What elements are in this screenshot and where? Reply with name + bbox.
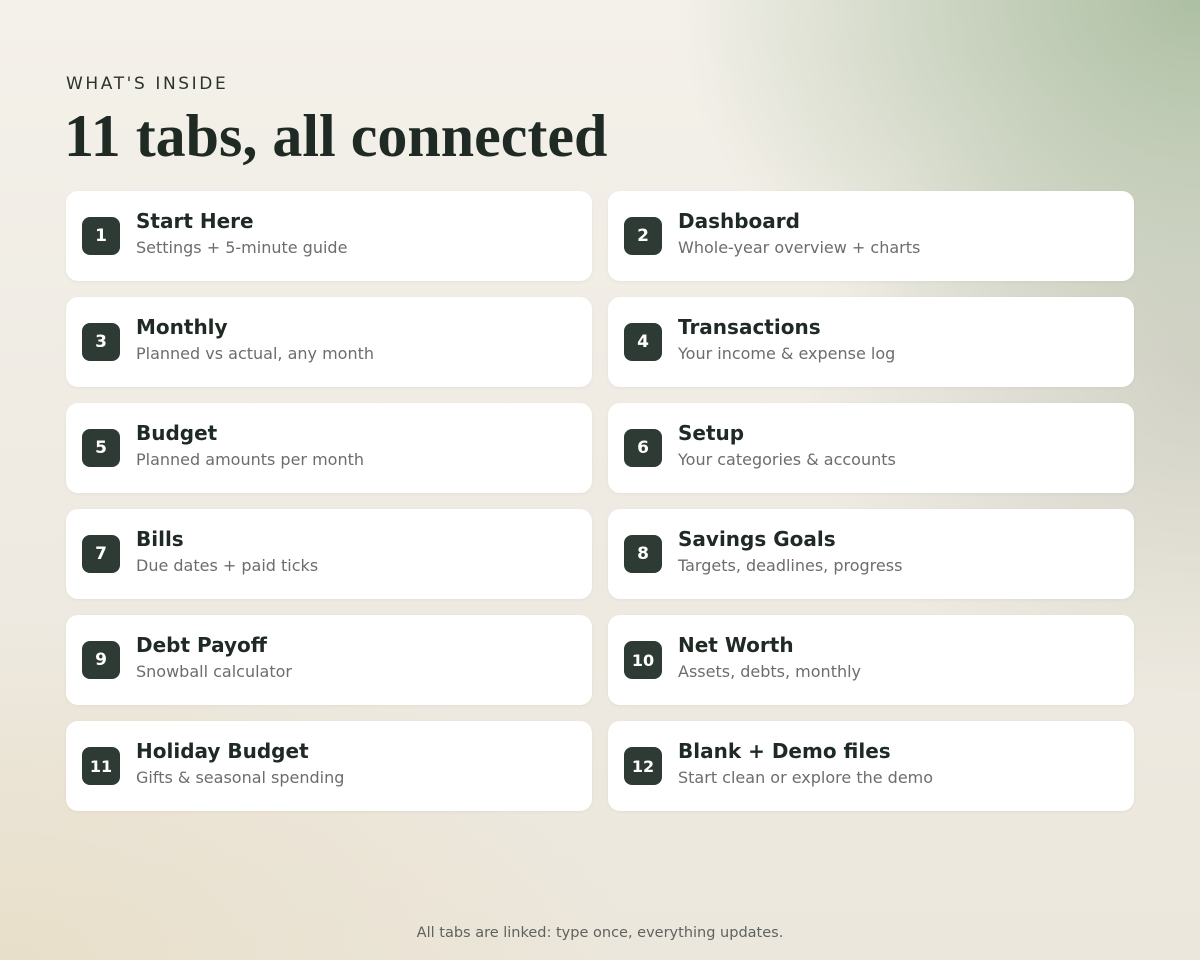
tab-number-badge: 1 — [82, 217, 120, 255]
tab-title: Budget — [136, 421, 218, 445]
tab-title: Transactions — [678, 315, 821, 339]
tab-description: Start clean or explore the demo — [678, 768, 934, 787]
tab-card-dashboard: 2 Dashboard Whole-year overview + charts — [608, 191, 1134, 281]
tab-title: Holiday Budget — [136, 739, 309, 763]
tab-number-badge: 4 — [624, 323, 662, 361]
tab-description: Assets, debts, monthly — [678, 662, 862, 681]
tab-card-bills: 7 Bills Due dates + paid ticks — [66, 509, 592, 599]
tab-number-badge: 12 — [624, 747, 662, 785]
footer-note: All tabs are linked: type once, everythi… — [416, 925, 784, 941]
tab-number-badge: 3 — [82, 323, 120, 361]
tab-title: Setup — [678, 421, 745, 445]
tab-number-badge: 9 — [82, 641, 120, 679]
tab-title: Blank + Demo files — [678, 739, 891, 763]
tabs-grid: 1 Start Here Settings + 5-minute guide 2… — [66, 191, 1134, 811]
tab-title: Start Here — [136, 209, 254, 233]
tab-title: Net Worth — [678, 633, 794, 657]
tab-number-badge: 11 — [82, 747, 120, 785]
tab-number-badge: 8 — [624, 535, 662, 573]
tab-description: Planned amounts per month — [136, 450, 365, 469]
tab-title: Dashboard — [678, 209, 800, 233]
tab-description: Planned vs actual, any month — [136, 344, 375, 363]
tab-title: Bills — [136, 527, 184, 551]
tab-description: Targets, deadlines, progress — [678, 556, 903, 575]
tab-number-badge: 2 — [624, 217, 662, 255]
tab-description: Settings + 5-minute guide — [136, 238, 348, 257]
tab-card-debt-payoff: 9 Debt Payoff Snowball calculator — [66, 615, 592, 705]
section-eyebrow: WHAT'S INSIDE — [66, 74, 229, 94]
tab-description: Gifts & seasonal spending — [136, 768, 345, 787]
tab-title: Monthly — [136, 315, 228, 339]
tab-number-badge: 5 — [82, 429, 120, 467]
tab-card-net-worth: 10 Net Worth Assets, debts, monthly — [608, 615, 1134, 705]
tab-description: Due dates + paid ticks — [136, 556, 319, 575]
page-title: 11 tabs, all connected — [64, 103, 608, 169]
tab-number-badge: 10 — [624, 641, 662, 679]
tab-card-setup: 6 Setup Your categories & accounts — [608, 403, 1134, 493]
tab-card-holiday-budget: 11 Holiday Budget Gifts & seasonal spend… — [66, 721, 592, 811]
tab-number-badge: 6 — [624, 429, 662, 467]
tab-title: Debt Payoff — [136, 633, 267, 657]
tab-card-start-here: 1 Start Here Settings + 5-minute guide — [66, 191, 592, 281]
tab-number-badge: 7 — [82, 535, 120, 573]
tab-title: Savings Goals — [678, 527, 836, 551]
tab-card-budget: 5 Budget Planned amounts per month — [66, 403, 592, 493]
tab-card-transactions: 4 Transactions Your income & expense log — [608, 297, 1134, 387]
tab-card-blank-demo-files: 12 Blank + Demo files Start clean or exp… — [608, 721, 1134, 811]
tab-description: Whole-year overview + charts — [678, 238, 921, 257]
tab-card-monthly: 3 Monthly Planned vs actual, any month — [66, 297, 592, 387]
tab-description: Your categories & accounts — [678, 450, 896, 469]
tab-description: Snowball calculator — [136, 662, 292, 681]
tab-card-savings-goals: 8 Savings Goals Targets, deadlines, prog… — [608, 509, 1134, 599]
tab-description: Your income & expense log — [678, 344, 896, 363]
